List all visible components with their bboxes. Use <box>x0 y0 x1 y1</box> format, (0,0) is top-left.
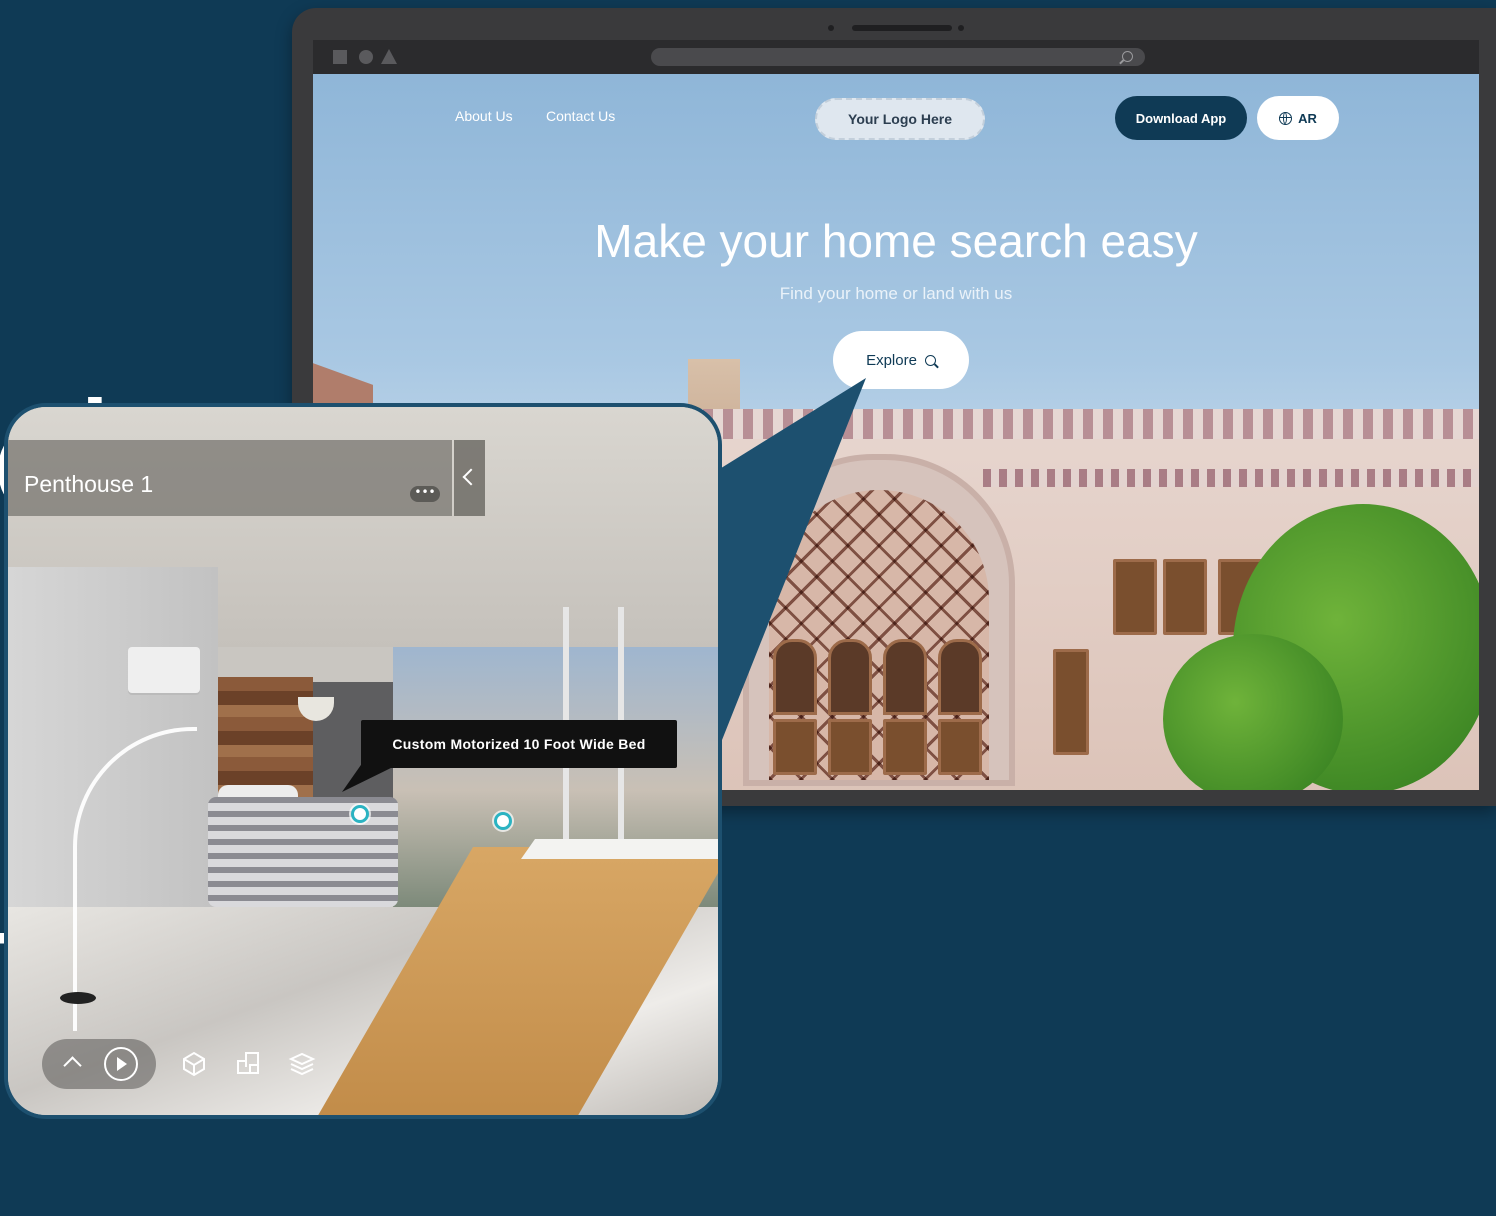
nav-contact-link[interactable]: Contact Us <box>546 108 615 124</box>
door <box>1053 649 1089 755</box>
hero-title: Make your home search easy <box>594 215 1198 267</box>
search-icon <box>1122 51 1133 62</box>
window <box>828 719 872 775</box>
explore-label: Explore <box>866 351 917 369</box>
tour-title: Penthouse 1 <box>24 471 154 497</box>
chevron-left-icon[interactable] <box>454 440 485 516</box>
arched-window <box>828 639 872 715</box>
nav-about-link[interactable]: About Us <box>455 108 513 124</box>
square-icon <box>333 50 347 64</box>
bed <box>208 797 398 907</box>
language-button[interactable]: AR <box>1257 96 1339 140</box>
hotspot-marker[interactable] <box>351 805 369 823</box>
hero-subtitle: Find your home or land with us <box>779 284 1013 303</box>
globe-icon <box>1279 111 1293 125</box>
counter-top <box>520 839 718 859</box>
arched-window <box>883 639 927 715</box>
floorplan-icon[interactable] <box>234 1049 262 1077</box>
address-bar[interactable] <box>651 48 1145 66</box>
lamp-base <box>60 992 96 1004</box>
language-label: AR <box>1298 110 1317 126</box>
dollhouse-icon[interactable] <box>180 1049 208 1077</box>
camera-bar <box>852 25 952 31</box>
camera-dot <box>958 25 964 31</box>
facade-frieze <box>683 409 1479 439</box>
hotspot-tooltip: Custom Motorized 10 Foot Wide Bed <box>361 720 677 768</box>
camera-dot <box>828 25 834 31</box>
floors-icon[interactable] <box>288 1049 316 1077</box>
virtual-tour-panel[interactable]: Penthouse 1 ••• Custom Motorized 10 Foot… <box>4 403 722 1119</box>
facade-frieze <box>983 469 1479 487</box>
arched-window <box>773 639 817 715</box>
more-icon[interactable]: ••• <box>410 486 440 502</box>
window <box>1113 559 1157 635</box>
window <box>883 719 927 775</box>
browser-toolbar <box>313 40 1479 75</box>
window <box>1163 559 1207 635</box>
hotspot-marker[interactable] <box>494 812 512 830</box>
circle-icon <box>359 50 373 64</box>
triangle-icon <box>381 49 397 64</box>
site-logo[interactable]: Your Logo Here <box>815 98 985 140</box>
search-icon <box>924 354 936 366</box>
window <box>773 719 817 775</box>
tree <box>1163 634 1343 790</box>
download-app-button[interactable]: Download App <box>1115 96 1247 140</box>
arched-window <box>938 639 982 715</box>
explore-button[interactable]: Explore <box>833 331 969 389</box>
window <box>938 719 982 775</box>
air-conditioner <box>128 647 200 693</box>
play-icon[interactable] <box>104 1047 138 1081</box>
tour-toolbar <box>42 1039 156 1089</box>
